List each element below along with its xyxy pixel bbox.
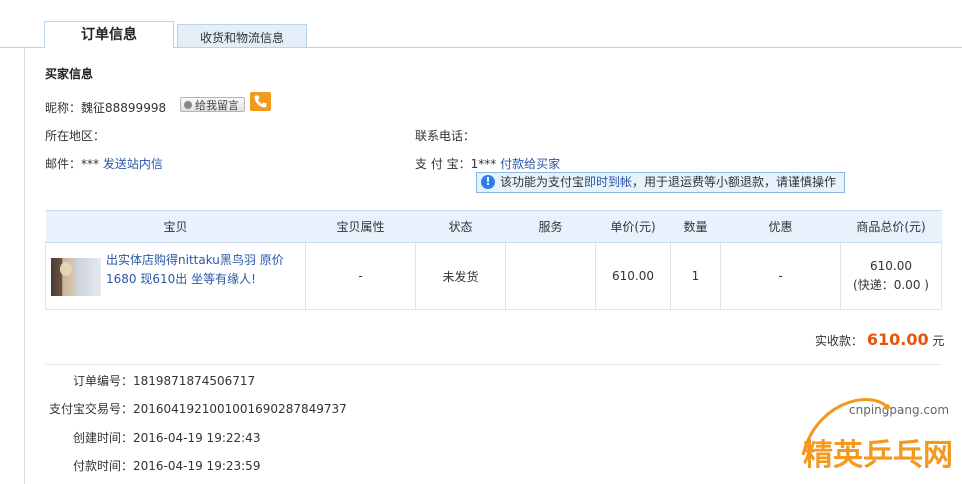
alipay-trade-label: 支付宝交易号： [48,402,133,416]
item-service [505,242,596,310]
amount-received: 实收款： 610.00 元 [815,330,944,349]
send-site-message-link[interactable]: 发送站内信 [103,157,163,171]
phone-row: 联系电话： [415,127,475,144]
phone-label: 联系电话： [415,129,476,143]
item-discount: - [720,242,841,310]
alipay-row: 支 付 宝：1*** 付款给买家 [415,155,560,172]
phone-icon [254,95,267,108]
created-time-value: 2016-04-19 19:22:43 [133,431,261,445]
col-service: 服务 [505,210,596,243]
col-status: 状态 [415,210,506,243]
amount-received-value: 610.00 [866,330,929,349]
alipay-trade-row: 支付宝交易号：2016041921001001690287849737 [45,400,347,417]
tip-highlight: 即时到帐 [584,175,633,189]
order-number-row: 订单编号：1819871874506717 [45,372,255,389]
table-row: 出实体店购得nittaku黑鸟羽 原价1680 现610出 坐等有缘人! - 未… [45,242,942,310]
tab-order-info[interactable]: 订单信息 [44,21,174,48]
amount-received-label: 实收款： [815,334,864,348]
phone-call-button[interactable] [250,92,271,111]
created-time-label: 创建时间： [72,431,133,445]
tab-bar: 订单信息 收货和物流信息 [0,0,962,48]
pay-to-buyer-link[interactable]: 付款给买家 [500,157,560,171]
watermark-text: 精英乒乓网 [803,438,953,473]
item-status: 未发货 [415,242,506,310]
item-total: 610.00 [870,259,912,273]
table-header-row: 宝贝 宝贝属性 状态 服务 单价(元) 数量 优惠 商品总价(元) [45,210,942,243]
region-label: 所在地区： [45,129,106,143]
tip-suffix: ，用于退运费等小额退款，请谨慎操作 [632,175,837,189]
col-discount: 优惠 [720,210,841,243]
watermark-logo: 精英乒乓网 [801,397,953,473]
created-time-row: 创建时间：2016-04-19 19:22:43 [45,429,260,446]
alipay-label: 支 付 宝： [415,157,471,171]
email-value: *** [81,157,100,171]
col-quantity: 数量 [670,210,721,243]
col-item: 宝贝 [45,210,306,243]
item-total-cell: 610.00 (快递：0.00 ) [840,242,942,310]
item-shipping: (快递：0.00 ) [853,278,929,292]
item-cell: 出实体店购得nittaku黑鸟羽 原价1680 现610出 坐等有缘人! [45,242,306,310]
nickname-value: 魏征88899998 [81,101,167,115]
email-row: 邮件：*** 发送站内信 [45,155,163,172]
item-unit-price: 610.00 [595,242,671,310]
item-thumbnail[interactable] [51,258,101,296]
leave-message-button[interactable]: 给我留言 [180,97,245,112]
nickname-row: 昵称：魏征88899998 [45,99,166,116]
order-number-value: 1819871874506717 [133,374,256,388]
item-title-link[interactable]: 出实体店购得nittaku黑鸟羽 原价1680 现610出 坐等有缘人! [106,251,286,289]
paid-time-label: 付款时间： [72,459,133,473]
order-number-label: 订单编号： [72,374,133,388]
divider [45,364,941,365]
tab-shipping-logistics[interactable]: 收货和物流信息 [177,24,307,47]
order-items-table: 宝贝 宝贝属性 状态 服务 单价(元) 数量 优惠 商品总价(元) 出实体店购得… [45,210,942,310]
paid-time-value: 2016-04-19 19:23:59 [133,459,261,473]
leave-message-label: 给我留言 [195,99,239,112]
paid-time-row: 付款时间：2016-04-19 19:23:59 [45,457,260,474]
email-label: 邮件： [45,157,82,171]
item-quantity: 1 [670,242,721,310]
col-unit-price: 单价(元) [595,210,671,243]
alipay-warning-tip: ! 该功能为支付宝即时到帐，用于退运费等小额退款，请谨慎操作 [476,172,845,193]
item-attributes: - [305,242,416,310]
region-row: 所在地区： [45,127,105,144]
info-icon: ! [481,175,495,189]
buyer-section-title: 买家信息 [45,67,94,81]
nickname-label: 昵称： [45,101,82,115]
alipay-value: 1*** [470,157,497,171]
col-total: 商品总价(元) [840,210,942,243]
amount-received-unit: 元 [932,334,945,348]
message-icon [184,101,192,109]
tip-prefix: 该功能为支付宝 [500,175,585,189]
alipay-trade-value: 2016041921001001690287849737 [133,402,347,416]
col-attributes: 宝贝属性 [305,210,416,243]
